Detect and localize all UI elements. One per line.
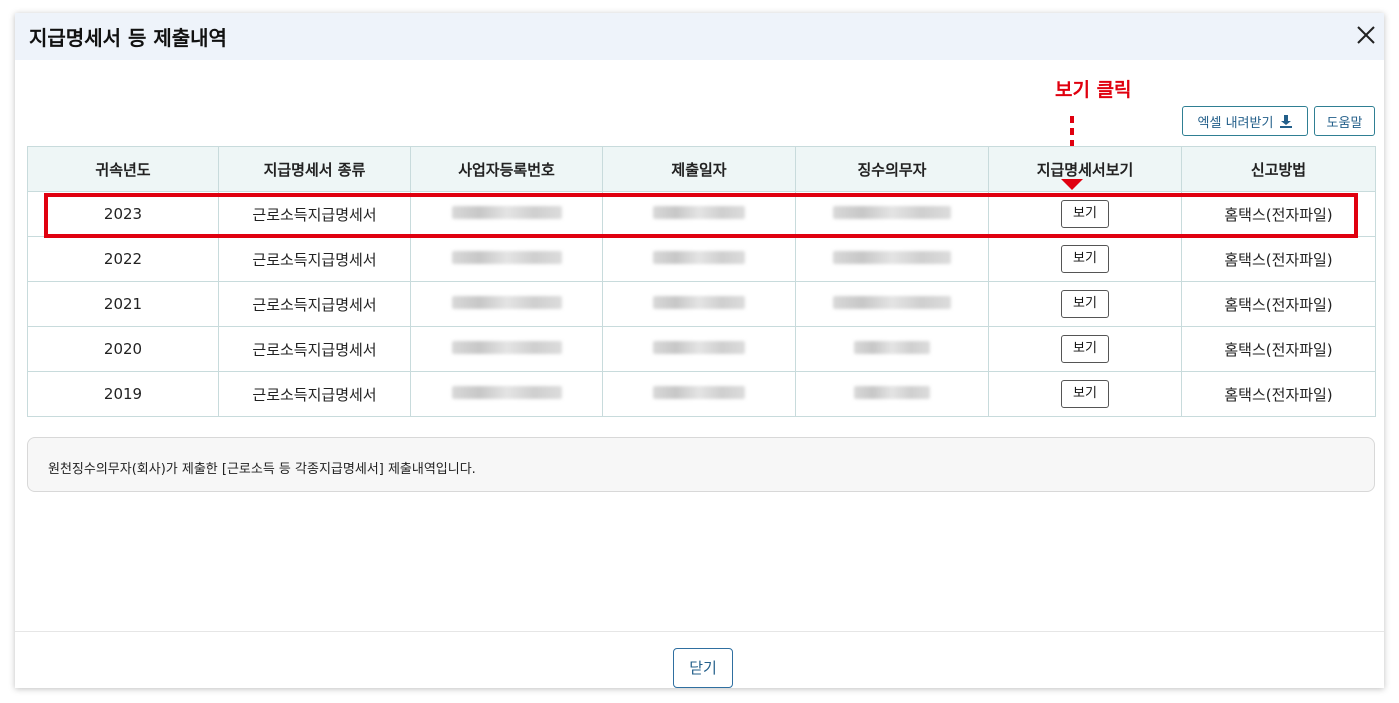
header-business-number: 사업자등록번호 [410, 146, 603, 192]
cell-method: 홈택스(전자파일) [1181, 191, 1376, 237]
table-row: 2022 근로소득지급명세서 보기 홈택스(전자파일) [27, 236, 1376, 282]
cell-type: 근로소득지급명세서 [218, 281, 411, 327]
close-modal-button[interactable]: 닫기 [673, 648, 733, 688]
cell-submit-date-redacted [602, 371, 796, 417]
cell-view: 보기 [988, 371, 1182, 417]
cell-business-number-redacted [410, 191, 603, 237]
close-button[interactable] [1352, 21, 1380, 49]
cell-year: 2020 [27, 326, 219, 372]
view-button[interactable]: 보기 [1061, 380, 1109, 408]
cell-business-number-redacted [410, 236, 603, 282]
modal-header: 지급명세서 등 제출내역 [15, 13, 1384, 60]
header-view: 지급명세서보기 [988, 146, 1182, 192]
notice-text: 원천징수의무자(회사)가 제출한 [근로소득 등 각종지급명세서] 제출내역입니… [48, 462, 476, 477]
cell-view: 보기 [988, 191, 1182, 237]
cell-withholding-agent-redacted [795, 281, 989, 327]
cell-type: 근로소득지급명세서 [218, 191, 411, 237]
view-button[interactable]: 보기 [1061, 290, 1109, 318]
cell-submit-date-redacted [602, 236, 796, 282]
cell-business-number-redacted [410, 326, 603, 372]
help-button[interactable]: 도움말 [1314, 106, 1375, 136]
header-withholding-agent: 징수의무자 [795, 146, 989, 192]
submission-table: 귀속년도 지급명세서 종류 사업자등록번호 제출일자 징수의무자 지급명세서보기… [27, 146, 1376, 417]
table-header-row: 귀속년도 지급명세서 종류 사업자등록번호 제출일자 징수의무자 지급명세서보기… [27, 146, 1376, 192]
cell-method: 홈택스(전자파일) [1181, 281, 1376, 327]
cell-submit-date-redacted [602, 326, 796, 372]
header-type: 지급명세서 종류 [218, 146, 411, 192]
table-row: 2020 근로소득지급명세서 보기 홈택스(전자파일) [27, 326, 1376, 372]
cell-submit-date-redacted [602, 191, 796, 237]
cell-method: 홈택스(전자파일) [1181, 371, 1376, 417]
table-row: 2023 근로소득지급명세서 보기 홈택스(전자파일) [27, 191, 1376, 237]
table-row: 2021 근로소득지급명세서 보기 홈택스(전자파일) [27, 281, 1376, 327]
cell-method: 홈택스(전자파일) [1181, 236, 1376, 282]
cell-type: 근로소득지급명세서 [218, 326, 411, 372]
cell-business-number-redacted [410, 281, 603, 327]
excel-download-button[interactable]: 엑셀 내려받기 [1182, 106, 1308, 136]
download-icon [1280, 114, 1293, 128]
table-row: 2019 근로소득지급명세서 보기 홈택스(전자파일) [27, 371, 1376, 417]
cell-view: 보기 [988, 236, 1182, 282]
view-button[interactable]: 보기 [1061, 200, 1109, 228]
notice-box: 원천징수의무자(회사)가 제출한 [근로소득 등 각종지급명세서] 제출내역입니… [27, 437, 1375, 492]
cell-withholding-agent-redacted [795, 371, 989, 417]
cell-year: 2023 [27, 191, 219, 237]
excel-download-label: 엑셀 내려받기 [1197, 115, 1274, 131]
footer-divider [15, 631, 1384, 632]
cell-year: 2022 [27, 236, 219, 282]
cell-year: 2021 [27, 281, 219, 327]
view-button[interactable]: 보기 [1061, 245, 1109, 273]
close-icon [1357, 26, 1375, 44]
cell-withholding-agent-redacted [795, 326, 989, 372]
submission-history-modal: 지급명세서 등 제출내역 보기 클릭 엑셀 내려받기 도움말 귀속년도 지급명세… [15, 13, 1384, 688]
cell-type: 근로소득지급명세서 [218, 371, 411, 417]
modal-title: 지급명세서 등 제출내역 [29, 26, 227, 50]
header-year: 귀속년도 [27, 146, 219, 192]
annotation-arrowhead [1061, 179, 1083, 190]
annotation-label: 보기 클릭 [1055, 79, 1132, 101]
cell-view: 보기 [988, 281, 1182, 327]
cell-withholding-agent-redacted [795, 236, 989, 282]
cell-method: 홈택스(전자파일) [1181, 326, 1376, 372]
cell-year: 2019 [27, 371, 219, 417]
cell-business-number-redacted [410, 371, 603, 417]
header-method: 신고방법 [1181, 146, 1376, 192]
view-button[interactable]: 보기 [1061, 335, 1109, 363]
cell-withholding-agent-redacted [795, 191, 989, 237]
cell-submit-date-redacted [602, 281, 796, 327]
cell-view: 보기 [988, 326, 1182, 372]
cell-type: 근로소득지급명세서 [218, 236, 411, 282]
header-submit-date: 제출일자 [602, 146, 796, 192]
